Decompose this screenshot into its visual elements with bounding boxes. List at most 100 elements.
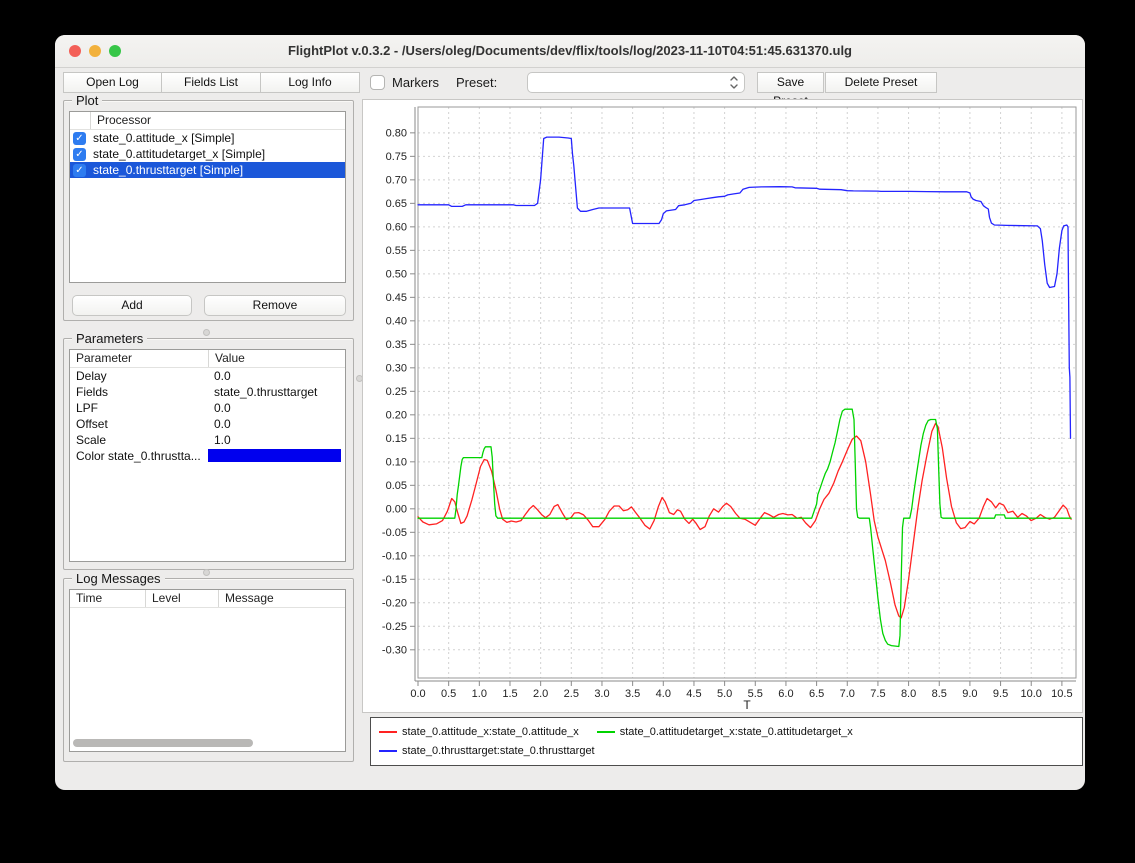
svg-text:0.55: 0.55 [386,245,407,257]
parameters-table[interactable]: Parameter Value Delay0.0Fieldsstate_0.th… [69,349,346,562]
parameter-row[interactable]: Delay0.0 [70,368,345,384]
series-line [418,137,1071,438]
parameter-name: Offset [70,416,208,432]
svg-text:0.5: 0.5 [441,688,456,700]
delete-preset-button[interactable]: Delete Preset [825,72,937,93]
remove-button[interactable]: Remove [204,295,346,316]
message-column-header: Message [218,590,345,607]
parameters-group: Parameters Parameter Value Delay0.0Field… [63,338,354,570]
legend-label: state_0.attitude_x:state_0.attitude_x [402,726,579,738]
svg-text:7.5: 7.5 [870,688,885,700]
plot-group: Plot Processor ✓state_0.attitude_x [Simp… [63,100,354,321]
svg-text:8.0: 8.0 [901,688,916,700]
legend-color-dash [379,750,397,752]
parameter-value: 0.0 [208,400,345,416]
legend-color-dash [597,731,615,733]
plot-group-title: Plot [72,93,102,108]
svg-text:0.00: 0.00 [386,503,407,515]
svg-text:10.5: 10.5 [1051,688,1072,700]
svg-text:-0.05: -0.05 [382,527,407,539]
add-button[interactable]: Add [72,295,192,316]
svg-text:0.60: 0.60 [386,221,407,233]
svg-text:0.15: 0.15 [386,433,407,445]
parameter-row-color[interactable]: Color state_0.thrustta... [70,448,345,464]
preset-combobox[interactable] [527,72,745,93]
log-info-button[interactable]: Log Info [260,72,360,93]
series-line [418,409,1071,646]
splitter-handle[interactable] [203,569,210,576]
parameter-row[interactable]: Fieldsstate_0.thrusttarget [70,384,345,400]
open-log-button[interactable]: Open Log [63,72,162,93]
svg-text:0.65: 0.65 [386,198,407,210]
save-preset-button[interactable]: Save Preset [757,72,824,93]
svg-text:3.0: 3.0 [594,688,609,700]
processor-checkbox-column [70,112,90,129]
plot-item-label: state_0.attitude_x [Simple] [93,131,234,145]
markers-checkbox[interactable] [370,75,385,90]
parameter-name: LPF [70,400,208,416]
svg-text:0.05: 0.05 [386,480,407,492]
parameter-row[interactable]: LPF0.0 [70,400,345,416]
svg-text:0.20: 0.20 [386,409,407,421]
parameter-value: state_0.thrusttarget [208,384,345,400]
svg-text:4.5: 4.5 [686,688,701,700]
zoom-button[interactable] [109,45,121,57]
svg-text:1.5: 1.5 [502,688,517,700]
svg-text:8.5: 8.5 [932,688,947,700]
svg-text:-0.25: -0.25 [382,621,407,633]
svg-text:0.80: 0.80 [386,127,407,139]
svg-text:2.5: 2.5 [564,688,579,700]
parameter-name: Color state_0.thrustta... [70,448,208,464]
fields-list-button[interactable]: Fields List [161,72,261,93]
checked-checkbox-icon[interactable]: ✓ [73,132,86,145]
legend-color-dash [379,731,397,733]
parameter-value: 0.0 [208,416,345,432]
svg-text:10.0: 10.0 [1021,688,1042,700]
svg-text:-0.10: -0.10 [382,550,407,562]
svg-text:4.0: 4.0 [656,688,671,700]
log-messages-group: Log Messages Time Level Message [63,578,354,762]
chart-svg[interactable]: -0.30-0.25-0.20-0.15-0.10-0.050.000.050.… [363,100,1082,712]
svg-text:0.75: 0.75 [386,151,407,163]
plot-item-label: state_0.thrusttarget [Simple] [93,163,243,177]
svg-text:3.5: 3.5 [625,688,640,700]
svg-text:7.0: 7.0 [840,688,855,700]
window-title: FlightPlot v.0.3.2 - /Users/oleg/Documen… [55,35,1085,67]
checked-checkbox-icon[interactable]: ✓ [73,164,86,177]
log-messages-table[interactable]: Time Level Message [69,589,346,752]
splitter-handle[interactable] [203,329,210,336]
legend-entry: state_0.thrusttarget:state_0.thrusttarge… [379,741,595,760]
parameter-row[interactable]: Offset0.0 [70,416,345,432]
parameter-value: 0.0 [208,368,345,384]
level-column-header: Level [145,590,218,607]
close-button[interactable] [69,45,81,57]
preset-label: Preset: [456,72,497,93]
parameter-value: 1.0 [208,432,345,448]
chart-panel[interactable]: -0.30-0.25-0.20-0.15-0.10-0.050.000.050.… [362,99,1083,713]
checked-checkbox-icon[interactable]: ✓ [73,148,86,161]
series-line [418,423,1071,618]
svg-text:-0.15: -0.15 [382,574,407,586]
plot-list-item[interactable]: ✓ state_0.attitude_x [Simple] [70,130,345,146]
log-messages-group-title: Log Messages [72,571,165,586]
title-bar[interactable]: FlightPlot v.0.3.2 - /Users/oleg/Documen… [55,35,1085,68]
svg-text:6.0: 6.0 [778,688,793,700]
app-window: FlightPlot v.0.3.2 - /Users/oleg/Documen… [55,35,1085,790]
svg-text:9.5: 9.5 [993,688,1008,700]
color-swatch[interactable] [208,449,341,462]
processor-list[interactable]: Processor ✓state_0.attitude_x [Simple]✓s… [69,111,346,283]
plot-list-item[interactable]: ✓ state_0.thrusttarget [Simple] [70,162,345,178]
parameter-row[interactable]: Scale1.0 [70,432,345,448]
svg-text:0.35: 0.35 [386,339,407,351]
svg-text:0.10: 0.10 [386,456,407,468]
parameter-column-header: Parameter [70,350,208,367]
combobox-stepper-icon[interactable] [727,74,741,91]
legend-label: state_0.attitudetarget_x:state_0.attitud… [620,726,853,738]
horizontal-scrollbar[interactable] [73,739,253,747]
value-column-header: Value [208,350,345,367]
svg-text:1.0: 1.0 [472,688,487,700]
svg-text:0.25: 0.25 [386,386,407,398]
plot-list-item[interactable]: ✓state_0.attitudetarget_x [Simple] [70,146,345,162]
minimize-button[interactable] [89,45,101,57]
svg-text:0.30: 0.30 [386,362,407,374]
